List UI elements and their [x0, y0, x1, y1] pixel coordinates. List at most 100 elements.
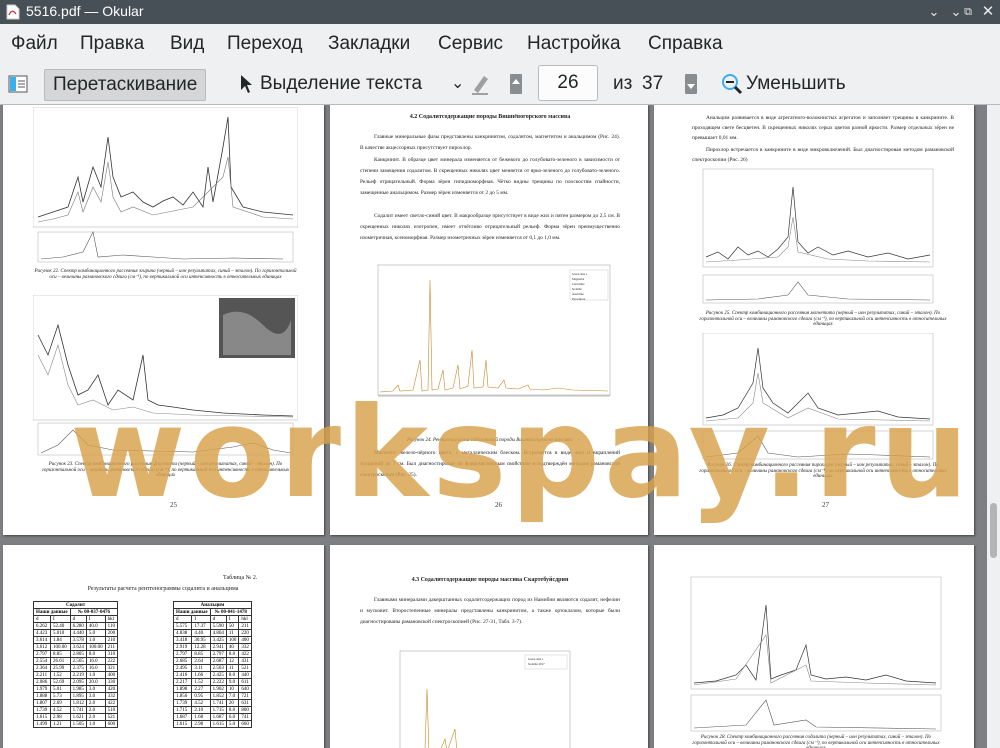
figure-25-caption: Рисунок 25. Спектр комбинационного рассе…: [699, 311, 947, 327]
table-cell: 30.95: [191, 636, 211, 644]
vertical-scrollbar[interactable]: [987, 105, 1000, 748]
table-cell: 2.10: [191, 706, 211, 714]
pdf-file-icon: [6, 4, 20, 20]
annotation-pen-icon[interactable]: [470, 72, 492, 96]
menu-tools[interactable]: Сервис: [438, 33, 503, 55]
table-row: 1.979 5.01 1.985 3.0 420: [32, 685, 119, 693]
page-30: Рисунок 28. Спектр комбинационного рассе…: [654, 545, 974, 748]
table-cell: 2.687: [209, 657, 227, 665]
table-cell: 220: [238, 629, 252, 637]
table-row: 4.838 4.40 4.864 11 220: [172, 629, 252, 637]
table-cell: 1.66: [191, 671, 211, 679]
table-cell: 16.0: [85, 657, 106, 665]
table-cell: 1.741: [69, 706, 87, 714]
table-cell: 52.40: [50, 622, 71, 630]
table-cell: 222: [104, 657, 119, 665]
table-row: 1.807 2.69 1.812 2.0 422: [32, 699, 119, 707]
document-viewport[interactable]: Рисунок 22. Спектр комбинационного рассе…: [0, 105, 987, 748]
table-row: 2.495 3.11 2.503 11 521: [172, 664, 252, 672]
table-cell: 1.0: [85, 671, 106, 679]
browse-tool-button[interactable]: Перетаскивание: [44, 69, 207, 101]
table-cell: 2.217: [172, 678, 193, 686]
legend-entry: Pyrochlore: [572, 297, 586, 301]
table-cell: 1.687: [209, 713, 227, 721]
previous-page-icon[interactable]: [508, 72, 524, 96]
table-cell: 321: [104, 664, 119, 672]
menu-settings[interactable]: Настройка: [527, 33, 621, 55]
table-cell: 640: [238, 685, 252, 693]
table-cell: 10: [225, 685, 240, 693]
raman-spectrum-magnetite: [702, 168, 934, 304]
table-cell: 1.888: [32, 692, 52, 700]
table-col-header: d: [172, 615, 193, 623]
table-cell: 1.895: [69, 692, 87, 700]
table-cell: 1.615: [209, 720, 227, 728]
table-col-header: I: [50, 615, 71, 623]
table-cell: 1.615: [32, 713, 52, 721]
table-cell: 2.375: [69, 664, 87, 672]
table-cell: 4.423: [32, 629, 52, 637]
menu-go[interactable]: Переход: [227, 33, 302, 55]
chevron-down-icon[interactable]: ⌄: [451, 69, 464, 99]
zoom-out-icon[interactable]: [721, 73, 743, 95]
figure-28-caption: Рисунок 28. Спектр комбинационного рассе…: [692, 735, 940, 748]
scrollbar-thumb[interactable]: [990, 503, 997, 558]
table-cell: 2.219: [69, 671, 87, 679]
table-cell: 4.440: [69, 629, 87, 637]
table-cell: 8.0: [225, 706, 240, 714]
table-cell: 4.40: [191, 629, 211, 637]
restore-button[interactable]: ⧉: [958, 2, 978, 22]
table-cell: 521: [104, 713, 119, 721]
table-cell: 600: [104, 720, 119, 728]
keep-above-button[interactable]: ⌄: [924, 2, 944, 22]
table-cell: 1.52: [50, 671, 71, 679]
table-cell: 9.0: [225, 678, 240, 686]
table-row: 2.919 12.28 2.941 40 332: [172, 643, 252, 651]
table-cell: 2.503: [209, 664, 227, 672]
close-button[interactable]: ✕: [978, 2, 998, 22]
table-cell: 8.0: [225, 671, 240, 679]
sidebar-toggle-icon[interactable]: [8, 74, 28, 94]
table-row: 1.739 4.52 1.741 20 631: [172, 699, 252, 707]
table-cell: 2.805: [69, 650, 87, 658]
table-cell: 1.621: [69, 713, 87, 721]
table-cell: 12: [225, 657, 240, 665]
table-cell: 2.211: [32, 671, 52, 679]
menu-view[interactable]: Вид: [170, 33, 204, 55]
menu-bookmarks[interactable]: Закладки: [328, 33, 410, 55]
table-cell: 1.68: [191, 713, 211, 721]
table-row: 4.423 5.010 4.440 5.0 200: [32, 629, 119, 637]
page-number-input[interactable]: 26: [538, 65, 598, 101]
paragraph-cancrinite: Канкринит. В образце цвет минерала измен…: [360, 157, 620, 196]
table-cell: 211: [238, 622, 252, 630]
text-selection-tool-button[interactable]: Выделение текста: [260, 69, 422, 99]
table-cell: 660: [238, 720, 252, 728]
table-cell: 2.98: [191, 720, 211, 728]
table-col-header: d: [32, 615, 52, 623]
table-cell: 1.856: [172, 692, 193, 700]
table-cell: 17.37: [191, 622, 211, 630]
table-cell: 8.85: [50, 650, 71, 658]
table-cell: 1.84: [50, 636, 71, 644]
table-cell: 2.797: [32, 650, 52, 658]
table-cell: 1.741: [209, 699, 227, 707]
menu-help[interactable]: Справка: [648, 33, 723, 55]
zoom-out-button[interactable]: Уменьшить: [746, 69, 846, 99]
table-cell: 5.590: [209, 622, 227, 630]
window-title: 5516.pdf — Okular: [26, 3, 144, 19]
paragraph-pyrochlore: Пирохлор встречается в канкрините в виде…: [692, 147, 954, 163]
table-col-header: I: [85, 615, 106, 623]
section-heading-4-3: 4.3 Содалитсодержащие породы массива Ска…: [411, 577, 569, 583]
table-cell: 2.425: [209, 671, 227, 679]
table-cell: 2.98: [50, 713, 71, 721]
next-page-icon[interactable]: [683, 72, 699, 96]
table-cell: 8.0: [85, 650, 106, 658]
menu-file[interactable]: Файл: [11, 33, 58, 55]
table-cell: 1.898: [172, 685, 193, 693]
table-cell: 100: [225, 636, 240, 644]
table-col-header: d: [69, 615, 87, 623]
table-cell: 2.222: [209, 678, 227, 686]
table-cell: 1.505: [69, 720, 87, 728]
menu-edit[interactable]: Правка: [80, 33, 144, 55]
table-cell: 3.612: [32, 643, 52, 651]
